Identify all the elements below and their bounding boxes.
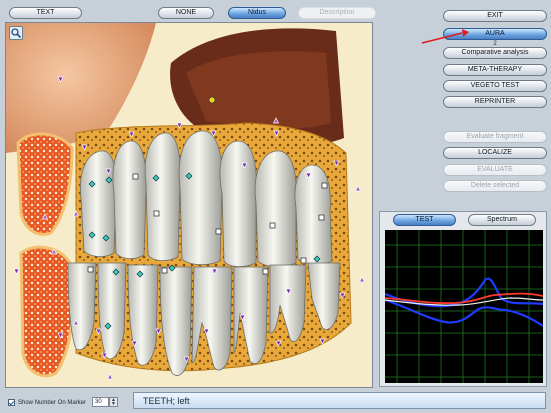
stepper-down-icon[interactable]: ▼	[110, 402, 117, 407]
none-button[interactable]: NONE	[158, 7, 214, 19]
teeth-illustration	[6, 23, 372, 387]
text-button[interactable]: TEXT	[9, 7, 82, 19]
magnifier-icon[interactable]	[9, 26, 23, 40]
evaluate-fragment-button[interactable]: Evaluate fragment	[443, 131, 547, 143]
marker-count-stepper[interactable]: ▲ ▼	[109, 397, 118, 407]
meta-therapy-button[interactable]: META-THERAPY	[443, 64, 547, 76]
show-number-label: Show Number On Marker	[18, 400, 87, 406]
tab-test[interactable]: TEST	[393, 214, 456, 226]
comparative-analysis-button[interactable]: Comparative analysis	[443, 47, 547, 59]
tab-spectrum[interactable]: Spectrum	[468, 214, 536, 226]
status-text: TEETH; left	[143, 396, 190, 406]
description-button[interactable]: Description	[298, 7, 376, 19]
annotation-arrow-icon	[421, 29, 469, 44]
exit-button[interactable]: EXIT	[443, 10, 547, 22]
graph-panel: TEST Spectrum	[379, 211, 547, 387]
nidus-button[interactable]: Nidus	[228, 7, 286, 19]
evaluate-button[interactable]: EVALUATE	[443, 164, 547, 176]
anatomy-viewer[interactable]	[5, 22, 373, 388]
marker-count-field[interactable]: 30	[92, 397, 109, 407]
status-bar: TEETH; left	[133, 392, 546, 409]
show-number-checkbox[interactable]	[8, 399, 15, 406]
reprinter-button[interactable]: REPRINTER	[443, 96, 547, 108]
localize-button[interactable]: LOCALIZE	[443, 147, 547, 159]
vegeto-test-button[interactable]: VEGETO TEST	[443, 80, 547, 92]
signal-graph	[384, 230, 544, 383]
delete-selected-button[interactable]: Delete selected	[443, 180, 547, 192]
graph-grid	[385, 230, 543, 383]
